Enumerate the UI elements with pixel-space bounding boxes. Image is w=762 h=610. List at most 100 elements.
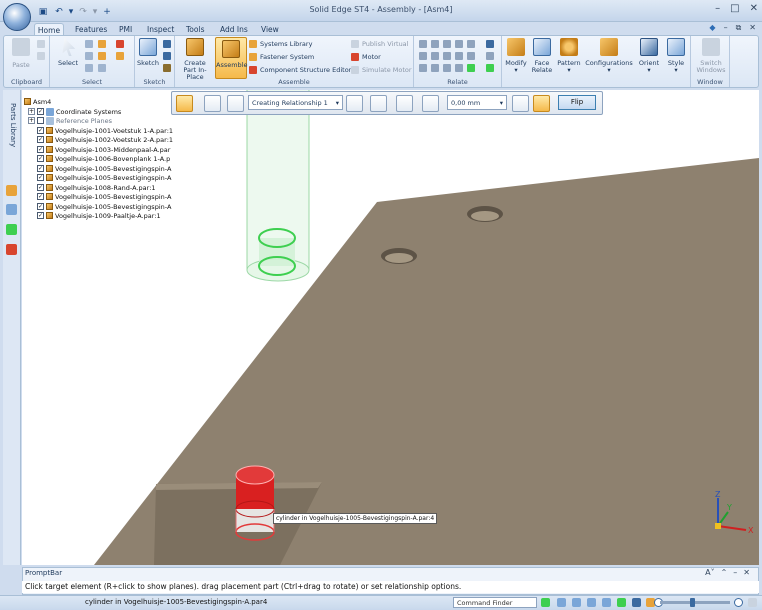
pattern-button[interactable]: Pattern ▾ xyxy=(556,38,582,74)
systems-library-button[interactable]: Systems Library xyxy=(249,39,312,49)
tree-row-part[interactable]: ✓ Vogelhuisje-1005-Bevestigingspin-A xyxy=(37,192,171,201)
maximize-icon[interactable]: □ xyxy=(730,3,739,14)
relate-icon-17[interactable] xyxy=(486,52,494,60)
assemble-button[interactable]: Assemble xyxy=(215,37,247,79)
tree-row-part[interactable]: ✓ Vogelhuisje-1002-Voetstuk 2-A.par:1 xyxy=(37,135,173,144)
tree-row-root[interactable]: Asm4 xyxy=(24,97,51,106)
status-options-icon[interactable] xyxy=(748,598,757,607)
chevron-down-icon[interactable]: ▾ xyxy=(500,99,503,107)
zoom-slider-thumb[interactable] xyxy=(690,598,695,607)
select-tool-icon-8[interactable] xyxy=(116,52,124,60)
select-tool-icon-2[interactable] xyxy=(98,40,106,48)
tree-row-part[interactable]: ✓ Vogelhuisje-1001-Voetstuk 1-A.par:1 xyxy=(37,126,173,135)
sketch-tool-icon-1[interactable] xyxy=(163,40,171,48)
motor-button[interactable]: Motor xyxy=(351,52,381,62)
fixed-offset-button[interactable] xyxy=(422,95,439,112)
tree-row-part[interactable]: ✓ Vogelhuisje-1008-Rand-A.par:1 xyxy=(37,183,156,192)
cut-icon[interactable] xyxy=(37,40,45,48)
relationship-list-button[interactable] xyxy=(227,95,244,112)
simulate-motor-button[interactable]: Simulate Motor xyxy=(351,65,412,75)
pathfinder-tab-icon[interactable] xyxy=(6,185,17,196)
zoom-slider[interactable] xyxy=(660,601,730,604)
modify-button[interactable]: Modify ▾ xyxy=(504,38,528,74)
offset-value-field[interactable]: 0,00 mm ▾ xyxy=(447,95,507,110)
relate-icon-8[interactable] xyxy=(443,52,451,60)
paste-button[interactable]: Paste xyxy=(6,38,36,69)
visibility-checkbox[interactable]: ✓ xyxy=(37,212,44,219)
relate-icon-11[interactable] xyxy=(419,64,427,72)
visibility-checkbox[interactable]: ✓ xyxy=(37,174,44,181)
style-button[interactable]: Style ▾ xyxy=(664,38,688,74)
relate-icon-3[interactable] xyxy=(443,40,451,48)
face-relate-button[interactable]: Face Relate xyxy=(530,38,554,74)
tree-row-coordinate-systems[interactable]: + ✓ Coordinate Systems xyxy=(28,107,121,116)
visibility-checkbox[interactable]: ✓ xyxy=(37,136,44,143)
fastener-system-button[interactable]: Fastener System xyxy=(249,52,314,62)
relationship-type-button[interactable] xyxy=(176,95,193,112)
relate-icon-16[interactable] xyxy=(486,40,494,48)
tree-row-part[interactable]: ✓ Vogelhuisje-1006-Bovenplank 1-A.p xyxy=(37,154,170,163)
layers-tab-icon[interactable] xyxy=(6,224,17,235)
rotate-button[interactable] xyxy=(512,95,529,112)
relationship-dropdown[interactable]: Creating Relationship 1 ▾ xyxy=(248,95,343,110)
restore-icon[interactable]: – xyxy=(733,568,737,577)
visibility-checkbox[interactable] xyxy=(37,117,44,124)
select-tool-icon-7[interactable] xyxy=(116,40,124,48)
visibility-checkbox[interactable]: ✓ xyxy=(37,146,44,153)
fit-icon[interactable] xyxy=(587,598,596,607)
visibility-checkbox[interactable]: ✓ xyxy=(37,203,44,210)
select-tool-icon-6[interactable] xyxy=(98,64,106,72)
relate-icon-1[interactable] xyxy=(419,40,427,48)
doc-restore-icon[interactable]: ⧉ xyxy=(736,23,742,33)
feature-library-tab-icon[interactable] xyxy=(6,244,17,255)
sketch-tool-icon-3[interactable] xyxy=(163,64,171,72)
visibility-checkbox[interactable]: ✓ xyxy=(37,127,44,134)
sketch-button[interactable]: Sketch xyxy=(136,38,160,67)
options-button[interactable] xyxy=(204,95,221,112)
rotate-icon[interactable] xyxy=(617,598,626,607)
relate-icon-5[interactable] xyxy=(467,40,475,48)
visibility-checkbox[interactable]: ✓ xyxy=(37,193,44,200)
copy-icon[interactable] xyxy=(37,52,45,60)
expand-icon[interactable]: + xyxy=(28,108,35,115)
font-size-icon[interactable]: A˅ xyxy=(705,568,714,577)
zoom-icon[interactable] xyxy=(572,598,581,607)
relate-icon-14[interactable] xyxy=(455,64,463,72)
construction-display-button[interactable] xyxy=(346,95,363,112)
tree-row-part[interactable]: ✓ Vogelhuisje-1005-Bevestigingspin-A xyxy=(37,202,171,211)
zoom-in-icon[interactable] xyxy=(734,598,743,607)
relate-icon-12[interactable] xyxy=(431,64,439,72)
relate-icon-6[interactable] xyxy=(419,52,427,60)
switch-windows-button[interactable]: Switch Windows xyxy=(693,38,729,74)
sketch-tool-icon-2[interactable] xyxy=(163,52,171,60)
tree-row-part[interactable]: ✓ Vogelhuisje-1009-Paaltje-A.par:1 xyxy=(37,211,161,220)
relate-icon-9[interactable] xyxy=(455,52,463,60)
pan-icon[interactable] xyxy=(602,598,611,607)
doc-close-icon[interactable]: ✕ xyxy=(749,23,756,33)
select-tool-icon-5[interactable] xyxy=(85,64,93,72)
visibility-checkbox[interactable]: ✓ xyxy=(37,165,44,172)
reposition-button[interactable] xyxy=(533,95,550,112)
minimize-icon[interactable]: – xyxy=(715,3,720,14)
command-finder-go-icon[interactable] xyxy=(541,598,550,607)
relate-icon-10[interactable] xyxy=(467,52,475,60)
floating-offset-button[interactable] xyxy=(396,95,413,112)
create-part-in-place-button[interactable]: Create Part In-Place xyxy=(178,38,212,81)
configurations-button[interactable]: Configurations ▾ xyxy=(584,38,634,74)
relate-icon-2[interactable] xyxy=(431,40,439,48)
sensors-tab-icon[interactable] xyxy=(6,204,17,215)
application-button[interactable] xyxy=(3,3,31,31)
relate-icon-4[interactable] xyxy=(455,40,463,48)
view-orientation-icon[interactable] xyxy=(632,598,641,607)
component-structure-editor-button[interactable]: Component Structure Editor xyxy=(249,65,351,75)
close-icon[interactable]: ✕ xyxy=(743,568,750,577)
relate-icon-18[interactable] xyxy=(486,64,494,72)
tree-row-part[interactable]: ✓ Vogelhuisje-1003-Middenpaal-A.par xyxy=(37,145,170,154)
zoom-area-icon[interactable] xyxy=(557,598,566,607)
help-icon[interactable]: ◆ xyxy=(709,23,715,33)
tree-row-reference-planes[interactable]: + Reference Planes xyxy=(28,116,112,125)
tree-row-part[interactable]: ✓ Vogelhuisje-1005-Bevestigingspin-A xyxy=(37,164,171,173)
chevron-down-icon[interactable]: ▾ xyxy=(336,99,339,107)
visibility-checkbox[interactable]: ✓ xyxy=(37,108,44,115)
command-finder-input[interactable]: Command Finder xyxy=(453,597,537,608)
